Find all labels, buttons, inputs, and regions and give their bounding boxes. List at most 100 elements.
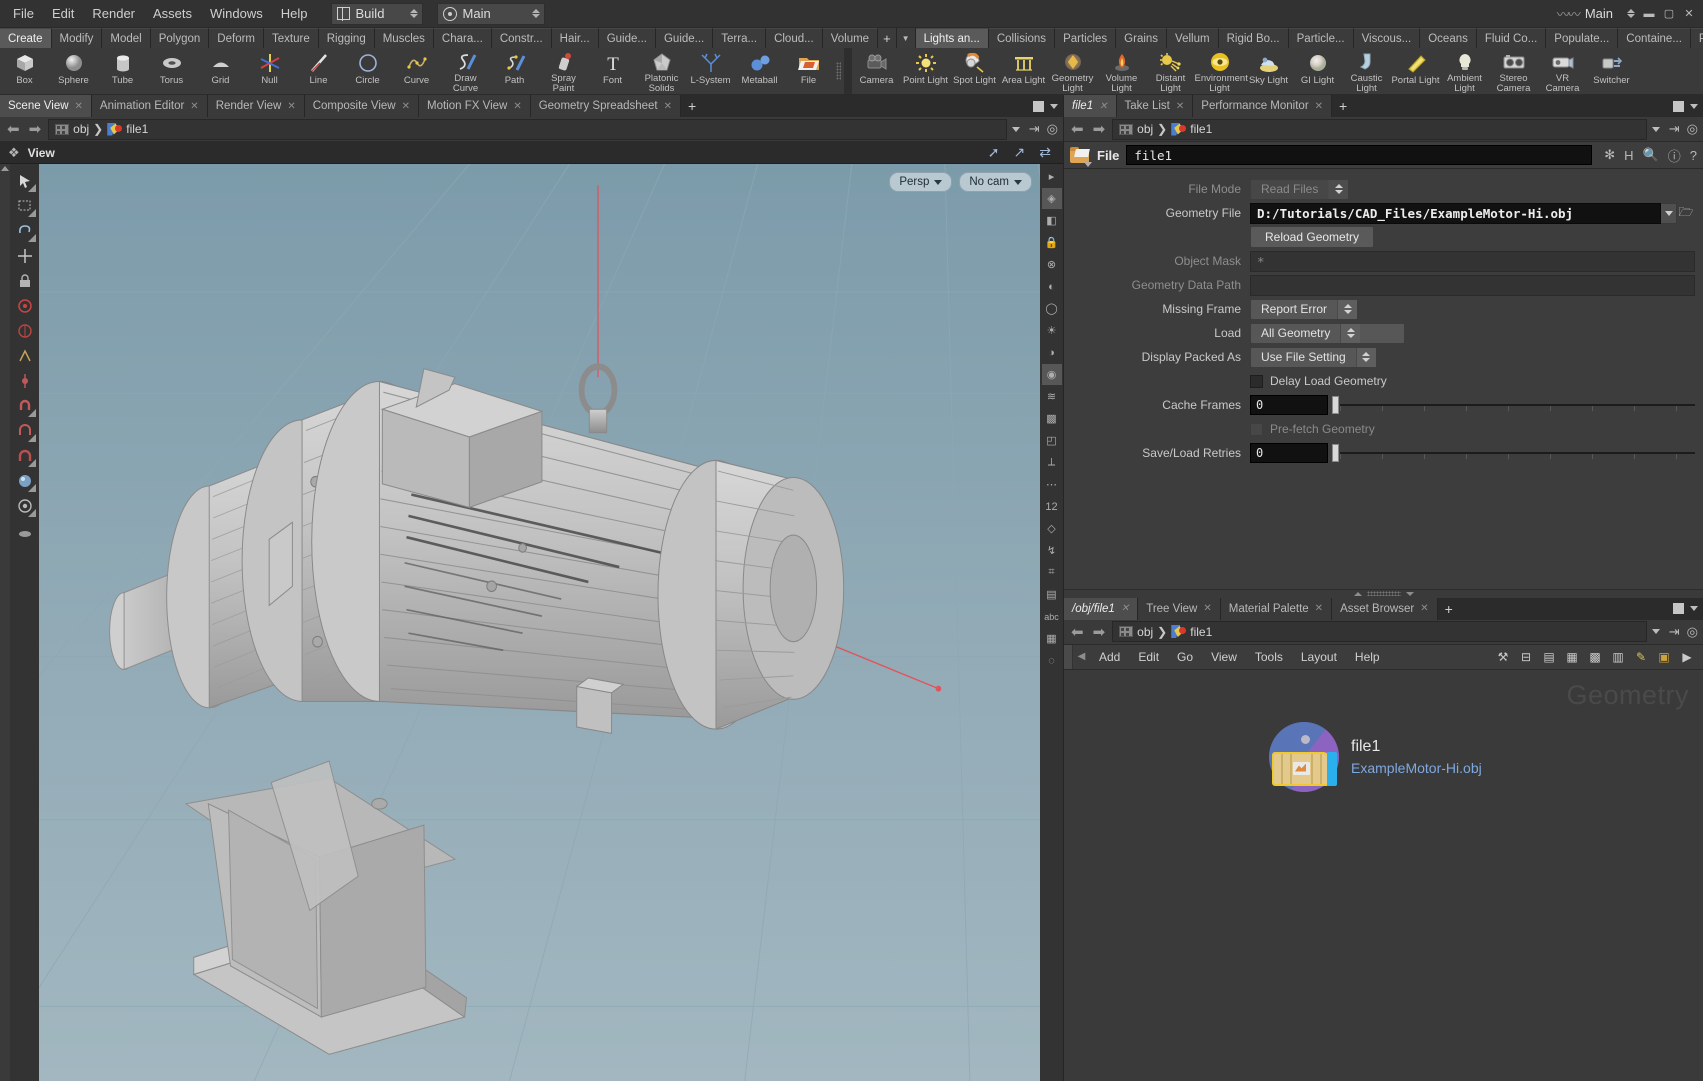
network-menu-go[interactable]: Go [1168, 645, 1202, 669]
shelf-tab-14[interactable]: Cloud... [766, 28, 823, 48]
slider-handle[interactable] [1332, 396, 1339, 414]
shelf-tool-gi-light-icon[interactable]: GI Light [1293, 48, 1342, 94]
shelf-tool-point-light-icon[interactable]: Point Light [901, 48, 950, 94]
shelf-tool-box-icon[interactable]: Box [0, 48, 49, 94]
shelf-tool-vr-camera-icon[interactable]: VR Camera [1538, 48, 1587, 94]
desktop-selector[interactable]: Build [331, 3, 423, 25]
shelf-fx-tab-6[interactable]: Particle... [1289, 28, 1354, 48]
display-uv-icon[interactable]: ◰ [1042, 430, 1062, 451]
help-icon[interactable]: ? [1690, 148, 1697, 163]
tab-sceneview-3[interactable]: Composite View✕ [305, 95, 419, 117]
display-wireframe-icon[interactable]: ◧ [1042, 210, 1062, 231]
spinner-icon[interactable] [1356, 348, 1376, 367]
parameter-node-name-field[interactable]: file1 [1126, 145, 1592, 165]
select-tool-icon[interactable]: ➚ [988, 144, 1000, 161]
network-snapshot-icon[interactable]: ▩ [1585, 647, 1605, 666]
tab-parameters-2[interactable]: Performance Monitor✕ [1193, 95, 1332, 117]
tab-network-3[interactable]: Asset Browser✕ [1332, 598, 1438, 620]
shelf-tool-area-light-icon[interactable]: Area Light [999, 48, 1048, 94]
houdini-icon[interactable]: H [1624, 148, 1633, 163]
shelf-fx-tab-11[interactable]: Containe... [1618, 28, 1691, 48]
menu-file[interactable]: File [4, 2, 43, 25]
move-tool-icon[interactable] [13, 244, 36, 267]
view-tool-icon[interactable]: ⇄ [1039, 144, 1051, 161]
shelf-tool-volume-light-icon[interactable]: Volume Light [1097, 48, 1146, 94]
shelf-fx-tab-2[interactable]: Particles [1055, 28, 1116, 48]
display-bulb-icon[interactable]: ◌ [1042, 650, 1062, 671]
path-history-icon[interactable] [1652, 127, 1660, 132]
shelf-tab-9[interactable]: Constr... [492, 28, 552, 48]
ground-plane-icon[interactable] [13, 519, 36, 542]
display-points-icon[interactable]: ⋯ [1042, 474, 1062, 495]
display-image-icon[interactable]: ▦ [1042, 628, 1062, 649]
display-group-icon[interactable]: ⌗ [1042, 562, 1062, 583]
load-dropdown[interactable]: All Geometry [1250, 323, 1405, 344]
shelf-tool-environment-light-icon[interactable]: Environment Light [1195, 48, 1244, 94]
display-environment-icon[interactable]: ◉ [1042, 364, 1062, 385]
file-history-dropdown-icon[interactable] [1661, 203, 1677, 224]
nav-back-icon[interactable]: ⬅ [1069, 120, 1086, 138]
close-icon[interactable]: ✕ [1203, 603, 1211, 614]
shelf-tool-camera-icon[interactable]: Camera [852, 48, 901, 94]
shelf-fx-tab-8[interactable]: Oceans [1420, 28, 1477, 48]
pane-maximize-icon[interactable] [1033, 101, 1044, 112]
breadcrumb-obj[interactable]: obj [55, 122, 89, 136]
display-background-icon[interactable]: ▩ [1042, 408, 1062, 429]
viewport-persp-selector[interactable]: Persp [889, 172, 952, 192]
shelf-tab-10[interactable]: Hair... [552, 28, 599, 48]
nav-back-icon[interactable]: ⬅ [1069, 623, 1086, 641]
shelf-tool-switcher-icon[interactable]: Switcher [1587, 48, 1636, 94]
shelf-tab-11[interactable]: Guide... [599, 28, 656, 48]
minimize-icon[interactable]: ▬ [1641, 6, 1657, 22]
lock-icon[interactable] [13, 269, 36, 292]
network-note-icon[interactable]: ✎ [1631, 647, 1651, 666]
shelf-tool-spray-paint-icon[interactable]: Spray Paint [539, 48, 588, 94]
shelf-tool-sky-light-icon[interactable]: Sky Light [1244, 48, 1293, 94]
select-mode-icon[interactable] [13, 169, 36, 192]
file-sop-icon[interactable] [1070, 147, 1090, 163]
tab-network-0[interactable]: /obj/file1✕ [1064, 598, 1138, 620]
shelf-tab-5[interactable]: Texture [264, 28, 319, 48]
shelf-tool-l-system-icon[interactable]: L-System [686, 48, 735, 94]
magnet-snap-icon[interactable] [13, 394, 36, 417]
close-icon[interactable]: ✕ [287, 101, 295, 112]
nav-forward-icon[interactable]: ➡ [1091, 120, 1108, 138]
shelf-tool-ambient-light-icon[interactable]: Ambient Light [1440, 48, 1489, 94]
close-icon[interactable]: ✕ [1099, 101, 1107, 112]
shelf-tool-metaball-icon[interactable]: Metaball [735, 48, 784, 94]
handle-tool-icon[interactable]: ↗ [1014, 144, 1026, 161]
shelf-tab-8[interactable]: Chara... [434, 28, 492, 48]
nav-back-icon[interactable]: ⬅ [5, 120, 22, 138]
close-icon[interactable]: ✕ [1420, 603, 1428, 614]
display-point-numbers-icon[interactable]: 12 [1042, 496, 1062, 517]
tab-network-2[interactable]: Material Palette✕ [1221, 598, 1332, 620]
shelf-tab-7[interactable]: Muscles [375, 28, 434, 48]
pane-splitter[interactable] [1064, 589, 1703, 598]
tab-parameters-1[interactable]: Take List✕ [1117, 95, 1194, 117]
grid-snap-icon[interactable] [13, 419, 36, 442]
shelf-fx-tab-10[interactable]: Populate... [1546, 28, 1618, 48]
pane-menu-icon[interactable] [1050, 104, 1058, 109]
shelf-fx-tab-4[interactable]: Vellum [1167, 28, 1219, 48]
menu-windows[interactable]: Windows [201, 2, 272, 25]
network-play-icon[interactable]: ▶ [1677, 647, 1697, 666]
close-icon[interactable]: ✕ [75, 101, 83, 112]
view-display-icon[interactable] [13, 494, 36, 517]
scene-view-add-tab[interactable]: + [681, 95, 703, 117]
shelf-gripper[interactable] [833, 48, 844, 94]
delay-load-geometry-checkbox[interactable] [1250, 375, 1263, 388]
pre-fetch-geometry-checkbox[interactable] [1250, 423, 1263, 436]
shelf-tool-file-icon[interactable]: File [784, 48, 833, 94]
shelf-tool-path-icon[interactable]: Path [490, 48, 539, 94]
parameters-add-tab[interactable]: + [1332, 95, 1354, 117]
shelf-tab-6[interactable]: Rigging [319, 28, 375, 48]
display-packed-as-dropdown[interactable]: Use File Setting [1250, 347, 1377, 368]
breadcrumb-obj[interactable]: obj [1119, 122, 1153, 136]
sync-icon[interactable]: ◎ [1687, 121, 1698, 137]
viewport-camera-selector[interactable]: No cam [959, 172, 1032, 192]
display-headlight-icon[interactable]: ◯ [1042, 298, 1062, 319]
shelf-fx-tab-3[interactable]: Grains [1116, 28, 1167, 48]
shelf-tool-distant-light-icon[interactable]: Distant Light [1146, 48, 1195, 94]
viewport-canvas[interactable]: Persp No cam [39, 164, 1040, 1081]
shelf-fx-tab-12[interactable]: Pyro FX [1691, 28, 1703, 48]
